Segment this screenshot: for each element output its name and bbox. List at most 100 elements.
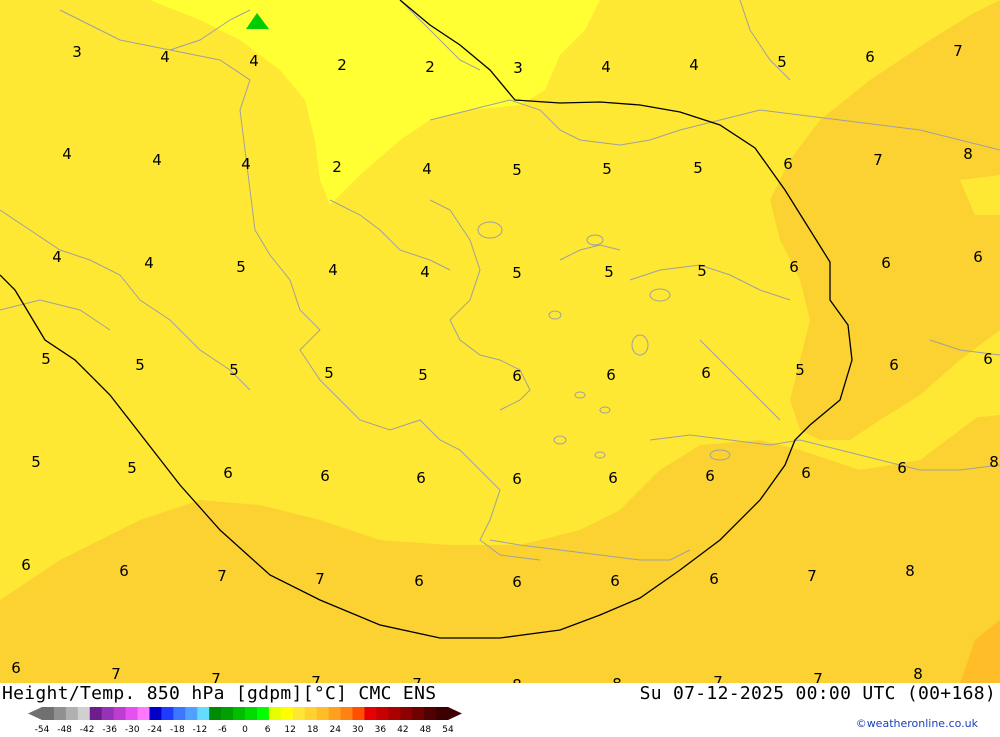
scale-swatch: [125, 707, 139, 720]
value-label: 8: [963, 145, 973, 163]
scale-swatch: [292, 707, 306, 720]
value-label: 4: [601, 58, 611, 76]
value-label: 8: [989, 453, 999, 471]
value-label: 6: [320, 467, 330, 485]
scale-swatch: [42, 707, 55, 720]
scale-swatch: [304, 707, 318, 720]
value-label: 4: [62, 145, 72, 163]
color-scale: -54 -48 -42 -36 -30 -24 -18 -12 -6 0 6 12 18 24 30 36 42…: [28, 707, 468, 735]
value-label: 4: [241, 155, 251, 173]
value-label: 5: [324, 364, 334, 382]
value-label: 3: [513, 59, 523, 77]
scale-tick-label: 42: [397, 725, 408, 733]
scale-swatch: [197, 707, 210, 720]
value-label: 6: [897, 459, 907, 477]
scale-swatch: [340, 707, 353, 720]
credit-link[interactable]: ©weatheronline.co.uk: [856, 717, 978, 730]
scale-swatch: [268, 707, 282, 720]
scale-swatch: [412, 707, 425, 720]
scale-tick-label: 18: [307, 725, 319, 733]
value-label: 6: [701, 364, 711, 382]
value-label: 5: [795, 361, 805, 379]
scale-swatch: [245, 707, 258, 720]
value-label: 6: [789, 258, 799, 276]
value-label: 2: [332, 158, 342, 176]
value-label: 6: [608, 469, 618, 487]
value-label: 8: [512, 676, 522, 683]
map-canvas: 3 4 4 2 2 3 4 4 5 6 7 4 4 4 2 4 5 5 5 6 …: [0, 0, 1000, 683]
value-label: 4: [152, 151, 162, 169]
value-label: 7: [217, 567, 227, 585]
value-label: 5: [777, 53, 787, 71]
value-label: 6: [865, 48, 875, 66]
scale-swatch: [185, 707, 198, 720]
value-label: 5: [418, 366, 428, 384]
scale-tick-label: -42: [80, 725, 95, 733]
scale-swatch: [256, 707, 270, 720]
scale-tick-label: -18: [170, 725, 185, 733]
value-label: 6: [881, 254, 891, 272]
value-label: 5: [127, 459, 137, 477]
value-label: 8: [905, 562, 915, 580]
scale-swatch: [89, 707, 103, 720]
scale-swatch: [161, 707, 174, 720]
scale-swatch: [209, 707, 222, 720]
scale-swatch: [436, 707, 449, 720]
value-label: 5: [693, 159, 703, 177]
scale-arrow-left: [28, 707, 42, 720]
value-label: 6: [414, 572, 424, 590]
scale-swatch: [65, 707, 79, 720]
value-label: 6: [983, 350, 993, 368]
scale-tick-label: 12: [284, 725, 295, 733]
map-title: Height/Temp. 850 hPa [gdpm][°C] CMC ENS: [2, 683, 437, 704]
scale-swatch: [376, 707, 389, 720]
value-label: 8: [913, 665, 923, 683]
value-label: 4: [52, 248, 62, 266]
value-label: 7: [713, 673, 723, 683]
value-label: 5: [604, 263, 614, 281]
scale-arrow-right: [448, 707, 462, 720]
value-label: 7: [813, 670, 823, 683]
value-label: 6: [512, 470, 522, 488]
scale-tick-label: -54: [35, 725, 50, 733]
scale-swatch: [424, 707, 437, 720]
value-label: 3: [72, 43, 82, 61]
value-label: 7: [412, 675, 422, 683]
scale-swatch: [53, 707, 67, 720]
scale-swatch: [137, 707, 150, 720]
value-label: 6: [512, 573, 522, 591]
scale-swatch: [113, 707, 127, 720]
value-label: 4: [420, 263, 430, 281]
value-label: 6: [889, 356, 899, 374]
value-label: 5: [229, 361, 239, 379]
value-label: 7: [211, 670, 221, 683]
value-label: 4: [422, 160, 432, 178]
value-label: 6: [416, 469, 426, 487]
scale-swatch: [328, 707, 342, 720]
scale-tick-label: 24: [329, 725, 341, 733]
value-label: 7: [311, 673, 321, 683]
valid-time: Su 07-12-2025 00:00 UTC (00+168): [639, 683, 996, 704]
scale-swatch: [352, 707, 365, 720]
scale-swatch: [77, 707, 91, 720]
value-label: 2: [337, 56, 347, 74]
scale-swatch: [388, 707, 401, 720]
scale-tick-label: -30: [125, 725, 140, 733]
scale-swatch: [173, 707, 186, 720]
value-label: 4: [249, 52, 259, 70]
value-label: 7: [873, 151, 883, 169]
value-label: 7: [315, 570, 325, 588]
value-label: 6: [783, 155, 793, 173]
value-label: 6: [973, 248, 983, 266]
value-label: 4: [328, 261, 338, 279]
value-label: 5: [41, 350, 51, 368]
value-label: 7: [111, 665, 121, 683]
scale-swatch: [233, 707, 246, 720]
scale-swatch: [149, 707, 162, 720]
value-label: 6: [606, 366, 616, 384]
value-label: 5: [602, 160, 612, 178]
scale-tick-label: -12: [193, 725, 208, 733]
value-label: 6: [610, 572, 620, 590]
value-label: 4: [689, 56, 699, 74]
scale-tick-label: -36: [102, 725, 117, 733]
